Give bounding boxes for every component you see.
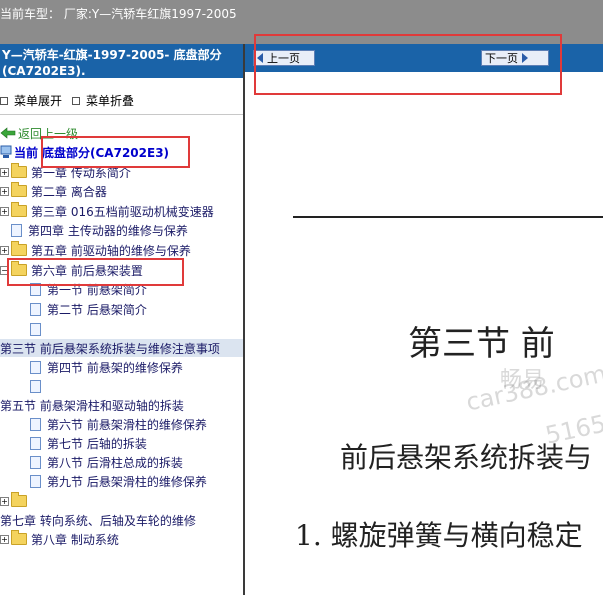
arrow-right-icon — [522, 53, 528, 63]
tree-item-sec9[interactable]: 第九节 后悬架滑柱的维修保养 — [30, 472, 207, 490]
tree-item-sec3-selected[interactable]: 第三节 前后悬架系统拆装与维修注意事项 — [0, 339, 243, 357]
tree-item-sec2[interactable]: 第二节 后悬架简介 — [30, 300, 147, 318]
folder-open-icon — [11, 261, 27, 276]
folder-icon — [11, 241, 27, 256]
prev-page-button[interactable]: 上一页 — [253, 50, 315, 66]
left-panel: Y—汽轿车-红旗-1997-2005- 底盘部分(CA7202E3). 菜单展开… — [0, 44, 245, 595]
back-link-label: 返回上一级 — [18, 126, 79, 141]
expand-toggle-icon[interactable]: + — [0, 167, 9, 177]
tree-item-ch6[interactable]: − 第六章 前后悬架装置 — [0, 261, 143, 279]
tree-item-label: 第九节 后悬架滑柱的维修保养 — [47, 474, 207, 489]
computer-icon — [0, 145, 12, 158]
next-page-button[interactable]: 下一页 — [481, 50, 549, 66]
menu-collapse-label: 菜单折叠 — [86, 94, 135, 108]
collapse-icon — [72, 96, 80, 105]
back-arrow-icon — [0, 127, 16, 139]
tree-item-ch7[interactable]: 第七章 转向系统、后轴及车轮的维修 — [0, 511, 196, 529]
expand-toggle-icon[interactable]: + — [0, 206, 9, 216]
folder-icon — [11, 202, 27, 217]
back-link[interactable]: 返回上一级 — [0, 124, 78, 142]
panel-title: Y—汽轿车-红旗-1997-2005- 底盘部分(CA7202E3). — [0, 44, 243, 78]
tree-item-label: 第一节 前悬架简介 — [47, 282, 147, 297]
tree-item-empty-folder[interactable]: + — [0, 492, 31, 510]
tree-item-label: 第三章 016五档前驱动机械变速器 — [31, 204, 214, 219]
document-panel: 上一页 下一页 第三节 前 前后悬架系统拆装与 1. 螺旋弹簧与横向稳定 畅易 … — [245, 44, 603, 595]
current-vehicle-text: 当前车型： 厂家:Y—汽轿车红旗1997-2005 — [0, 7, 237, 21]
divider — [0, 114, 243, 115]
tree-item-label: 第二节 后悬架简介 — [47, 302, 147, 317]
tree-item-label: 第六章 前后悬架装置 — [31, 263, 143, 278]
tree-item-label: 第五章 前驱动轴的维修与保养 — [31, 243, 191, 258]
tree-item-ch1[interactable]: + 第一章 传动系简介 — [0, 163, 131, 181]
tree-item-label: 第四节 前悬架的维修保养 — [47, 360, 183, 375]
tree-item-empty-2[interactable] — [30, 377, 47, 395]
page-icon — [30, 302, 41, 316]
next-page-label: 下一页 — [485, 52, 518, 65]
arrow-left-icon — [257, 53, 263, 63]
page-icon — [30, 379, 41, 393]
expand-toggle-icon[interactable]: + — [0, 245, 9, 255]
page-icon — [30, 282, 41, 296]
expand-toggle-icon[interactable]: + — [0, 496, 9, 506]
tree-item-ch3[interactable]: + 第三章 016五档前驱动机械变速器 — [0, 202, 214, 220]
tree-item-label: 第七章 转向系统、后轴及车轮的维修 — [0, 513, 196, 528]
document-rule — [293, 216, 603, 218]
folder-icon — [11, 182, 27, 197]
collapse-toggle-icon[interactable]: − — [0, 265, 9, 275]
tree-item-label: 第四章 主传动器的维修与保养 — [28, 223, 188, 238]
page-icon — [30, 360, 41, 374]
document-heading: 第三节 前 — [408, 324, 555, 364]
tree-item-label: 第五节 前悬架滑柱和驱动轴的拆装 — [0, 398, 184, 413]
page-icon — [30, 436, 41, 450]
tree-item-label: 第二章 离合器 — [31, 184, 107, 199]
tree-item-sec4[interactable]: 第四节 前悬架的维修保养 — [30, 358, 183, 376]
current-prefix: 当前 — [14, 145, 39, 160]
tree-item-sec7[interactable]: 第七节 后轴的拆装 — [30, 434, 147, 452]
page-icon — [11, 223, 22, 237]
watermark-phone: 51655 — [542, 406, 603, 450]
tree-item-label: 第七节 后轴的拆装 — [47, 436, 147, 451]
page-icon — [30, 417, 41, 431]
top-bar: 当前车型： 厂家:Y—汽轿车红旗1997-2005 — [0, 0, 603, 44]
menu-collapse-button[interactable]: 菜单折叠 — [72, 92, 134, 109]
current-node: 当前 底盘部分(CA7202E3) — [0, 143, 169, 161]
page-icon — [30, 474, 41, 488]
page-icon — [30, 455, 41, 469]
tree-item-ch2[interactable]: + 第二章 离合器 — [0, 182, 107, 200]
tree-item-sec5[interactable]: 第五节 前悬架滑柱和驱动轴的拆装 — [0, 396, 184, 414]
tree-item-ch8[interactable]: + 第八章 制动系统 — [0, 530, 119, 548]
document-item: 1. 螺旋弹簧与横向稳定 — [295, 519, 583, 552]
tree-item-sec6[interactable]: 第六节 前悬架滑柱的维修保养 — [30, 415, 207, 433]
expand-icon — [0, 96, 8, 105]
menu-expand-label: 菜单展开 — [14, 94, 63, 108]
tree-item-empty-1[interactable] — [30, 320, 47, 338]
tree-item-label: 第八节 后滑柱总成的拆装 — [47, 455, 183, 470]
tree-item-label: 第八章 制动系统 — [31, 532, 119, 547]
page-nav-bar: 上一页 下一页 — [245, 44, 603, 72]
tree-item-label: 第六节 前悬架滑柱的维修保养 — [47, 417, 207, 432]
prev-page-label: 上一页 — [267, 52, 300, 65]
folder-icon — [11, 163, 27, 178]
tree-item-sec8[interactable]: 第八节 后滑柱总成的拆装 — [30, 453, 183, 471]
tree-item-ch4[interactable]: 第四章 主传动器的维修与保养 — [0, 221, 188, 239]
tree-item-label: 第三节 前后悬架系统拆装与维修注意事项 — [0, 341, 220, 356]
expand-toggle-icon[interactable]: + — [0, 534, 9, 544]
expand-toggle-icon[interactable]: + — [0, 186, 9, 196]
tree-item-ch5[interactable]: + 第五章 前驱动轴的维修与保养 — [0, 241, 191, 259]
page-icon — [30, 322, 41, 336]
tree-item-sec1[interactable]: 第一节 前悬架简介 — [30, 280, 147, 298]
folder-icon — [11, 492, 27, 507]
current-name: 底盘部分(CA7202E3) — [42, 145, 170, 160]
folder-icon — [11, 530, 27, 545]
tree-item-label: 第一章 传动系简介 — [31, 165, 131, 180]
menu-expand-button[interactable]: 菜单展开 — [0, 92, 62, 109]
